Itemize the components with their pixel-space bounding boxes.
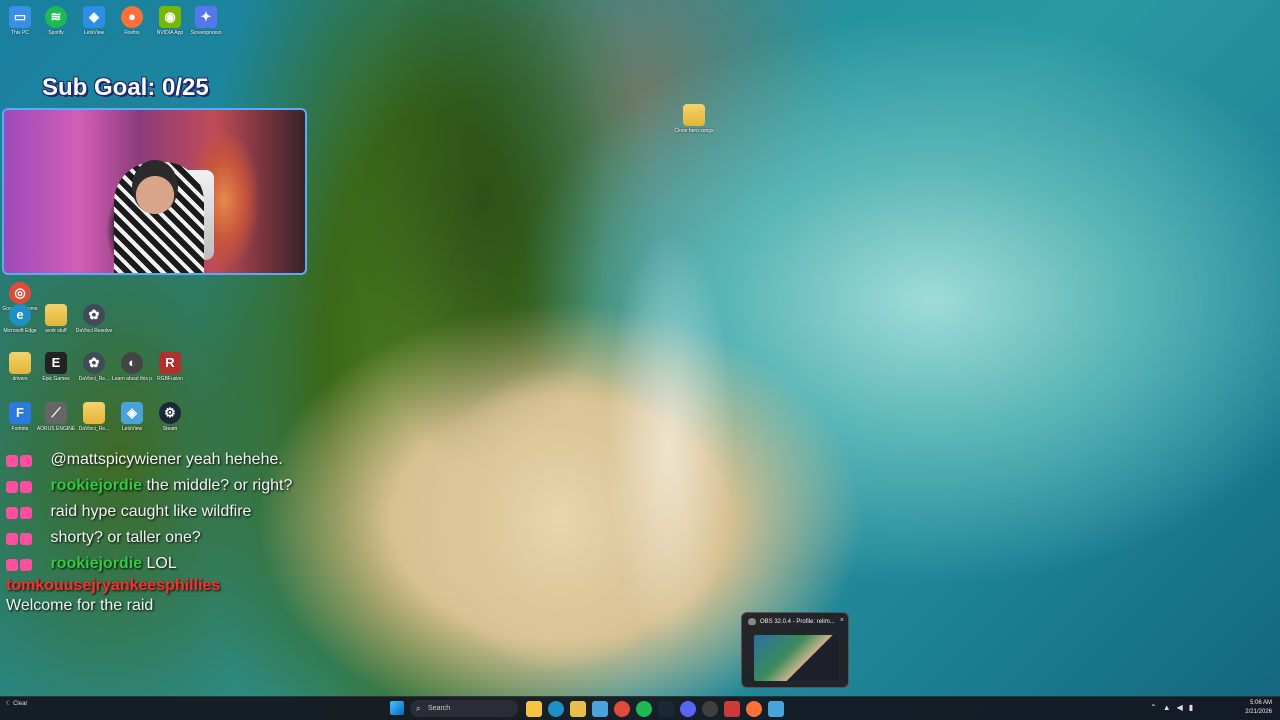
desktop-icon-learn-about-picture[interactable]: ◐ Learn about this picture (112, 352, 152, 382)
desktop-icon-work-stuff[interactable]: work stuff (36, 304, 76, 334)
file-explorer-icon[interactable] (526, 701, 542, 717)
desktop-icon-this-pc[interactable]: ▭ This PC (0, 6, 40, 36)
chrome-icon[interactable] (614, 701, 630, 717)
folder-icon (9, 352, 31, 374)
obs-icon[interactable] (702, 701, 718, 717)
vivaldi-icon[interactable] (724, 701, 740, 717)
webcam-feed (2, 108, 307, 275)
firefox-icon[interactable] (746, 701, 762, 717)
desktop-icon-rgbfusion[interactable]: R RGBFusion (150, 352, 190, 382)
sub-goal-counter: Sub Goal: 0/25 (42, 74, 209, 101)
obs-preview-thumbnail[interactable] (754, 635, 838, 681)
desktop-icon-davinci[interactable]: ✿ DaVinci Resolve (74, 304, 114, 334)
chat-message: rookiejordie LOL (6, 554, 366, 574)
chevron-up-icon[interactable]: ⌃ (1150, 703, 1157, 712)
chat-message: tomkouusejryankeesphillies Welcome for t… (6, 577, 221, 614)
desktop-icon-epic-games[interactable]: E Epic Games (36, 352, 76, 382)
close-icon[interactable]: × (840, 617, 844, 624)
folder-icon (83, 402, 105, 424)
weather-widget[interactable]: ☾ Clear (6, 700, 27, 708)
search-icon: ⌕ (416, 704, 421, 713)
chat-message: shorty? or taller one? (6, 528, 366, 548)
folder-icon (683, 104, 705, 126)
desktop-icon-davinci-folder[interactable]: DaVinci_Re... (74, 402, 114, 432)
chat-badges (6, 453, 46, 467)
desktop-icon-firefox[interactable]: ● Firefox (112, 6, 152, 36)
taskbar-apps (526, 701, 784, 717)
folder-icon (45, 304, 67, 326)
start-button[interactable] (390, 701, 404, 715)
folder-icon[interactable] (570, 701, 586, 717)
desktop-icon-aorus[interactable]: ⟋ AORUS ENGINE (36, 402, 76, 432)
system-tray: ⌃ ▲ ◀ ▮ (1150, 703, 1193, 712)
davinci-icon: ✿ (83, 352, 105, 374)
chat-badges (6, 479, 46, 493)
learn-icon: ◐ (121, 352, 143, 374)
chat-message: rookiejordie the middle? or right? (6, 476, 366, 496)
taskbar-search[interactable]: ⌕ Search (410, 700, 518, 717)
moon-icon: ☾ (6, 701, 12, 707)
spotify-icon[interactable] (636, 701, 652, 717)
obs-window-preview[interactable]: OBS 32.0.4 - Profile: relim... × (741, 612, 849, 688)
chat-overlay: @mattspicywiener yeah hehehe. rookiejord… (6, 450, 366, 616)
chat-badges (6, 557, 46, 571)
network-icon[interactable]: ▲ (1163, 703, 1171, 712)
aorus-icon: ⟋ (45, 402, 67, 424)
rgbfusion-icon: R (159, 352, 181, 374)
steam-icon: ⚙ (159, 402, 181, 424)
epic-icon: E (45, 352, 67, 374)
edge-icon: e (9, 304, 31, 326)
desktop-icon-letsview[interactable]: ◆ LetsView (74, 6, 114, 36)
nvidia-icon: ◉ (159, 6, 181, 28)
taskbar: ☾ Clear ⌕ Search ⌃ ▲ ◀ ▮ 5:06 AM 2/21/20… (0, 696, 1280, 720)
spotify-icon: ≋ (45, 6, 67, 28)
davinci-icon: ✿ (83, 304, 105, 326)
desktop-icon-davinci-2[interactable]: ✿ DaVinci_Re... (74, 352, 114, 382)
firefox-icon: ● (121, 6, 143, 28)
pc-icon: ▭ (9, 6, 31, 28)
screenpresso-icon: ✦ (195, 6, 217, 28)
desktop-icon-letsview-2[interactable]: ◈ LetsView (112, 402, 152, 432)
desktop-icon-screenpresso[interactable]: ✦ Screenpresso (186, 6, 226, 36)
discord-icon[interactable] (680, 701, 696, 717)
volume-icon[interactable]: ◀ (1177, 703, 1183, 712)
desktop-icon-nvidia[interactable]: ◉ NVIDIA App (150, 6, 190, 36)
desktop-icon-spotify[interactable]: ≋ Spotify (36, 6, 76, 36)
desktop-icon-steam[interactable]: ⚙ Steam (150, 402, 190, 432)
desktop-icon-clone-hero-songs[interactable]: Clone hero songs (674, 104, 714, 134)
edge-icon[interactable] (548, 701, 564, 717)
chat-badges (6, 531, 46, 545)
desktop-icon-drivers[interactable]: drivers (0, 352, 40, 382)
chat-badges (6, 505, 46, 519)
streamer-head (132, 160, 178, 214)
chat-message: raid hype caught like wildfire (6, 502, 366, 522)
taskbar-clock[interactable]: 5:06 AM 2/21/2026 (1245, 699, 1272, 717)
chat-message: @mattspicywiener yeah hehehe. (6, 450, 366, 470)
store-icon[interactable] (592, 701, 608, 717)
fortnite-icon: F (9, 402, 31, 424)
chrome-icon: ◎ (9, 282, 31, 304)
letsview-icon[interactable] (768, 701, 784, 717)
letsview-icon: ◈ (121, 402, 143, 424)
desktop-icon-fortnite[interactable]: F Fortnite (0, 402, 40, 432)
steam-icon[interactable] (658, 701, 674, 717)
letsview-icon: ◆ (83, 6, 105, 28)
desktop-icon-edge[interactable]: e Microsoft Edge (0, 304, 40, 334)
battery-icon[interactable]: ▮ (1189, 703, 1193, 712)
obs-preview-title: OBS 32.0.4 - Profile: relim... (742, 613, 848, 625)
